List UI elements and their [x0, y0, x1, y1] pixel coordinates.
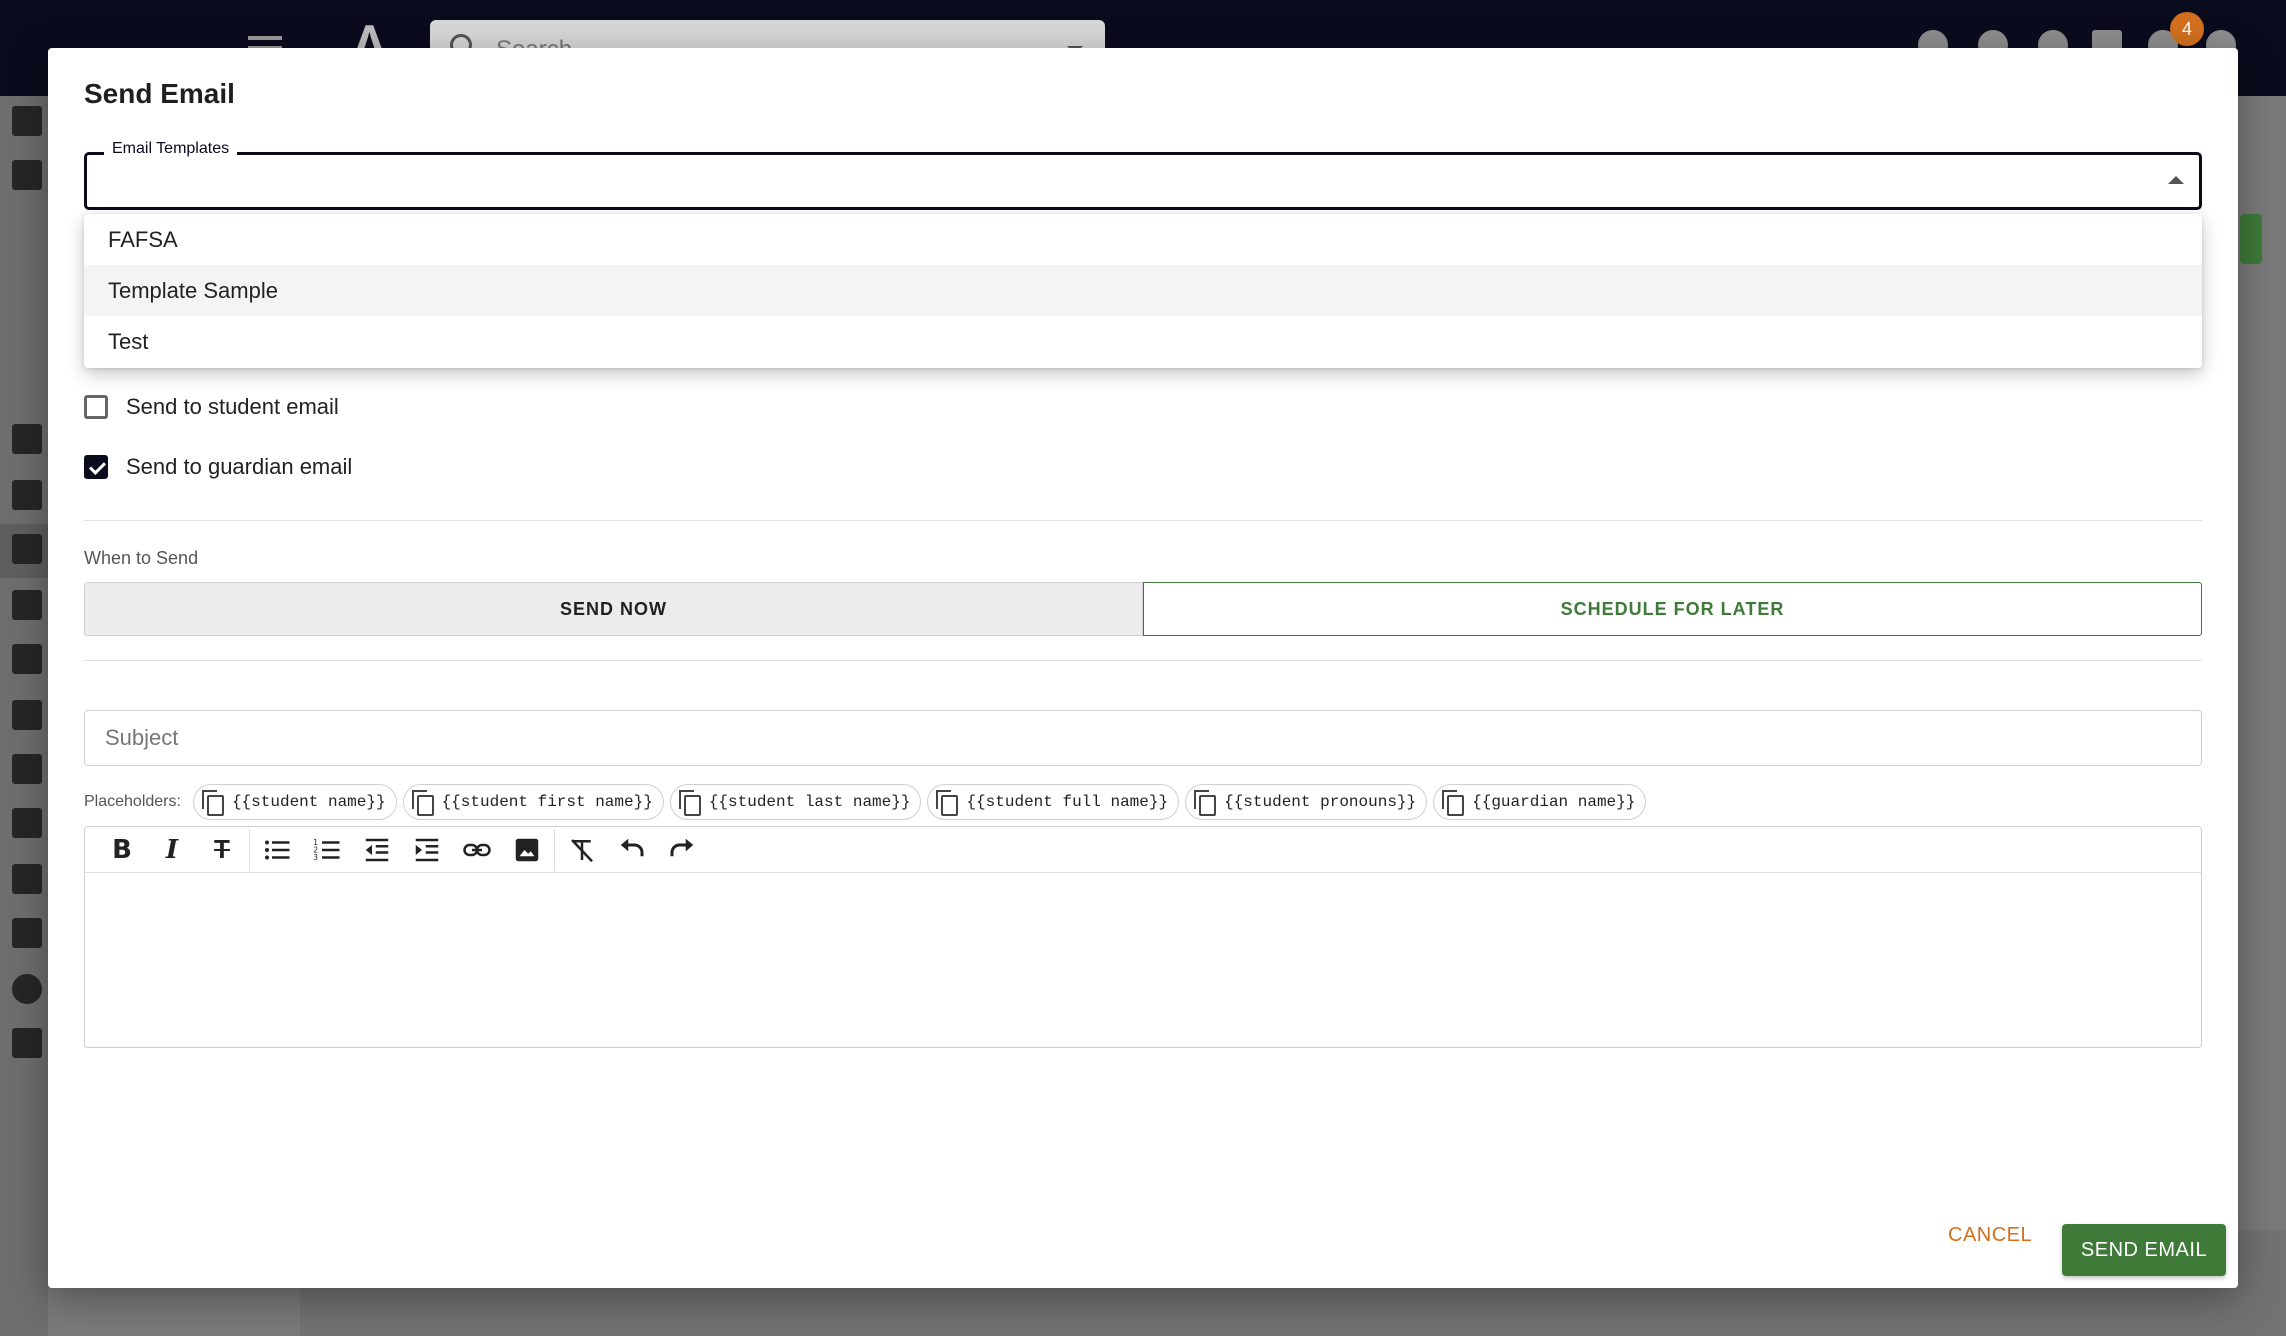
template-option-fafsa[interactable]: FAFSA [84, 214, 2202, 265]
people-icon[interactable] [12, 160, 42, 190]
subject-input[interactable] [85, 711, 2201, 765]
numbered-list-icon[interactable]: 123 [302, 829, 352, 871]
subject-field[interactable] [84, 710, 2202, 766]
feedback-icon[interactable] [12, 1028, 42, 1058]
dollar-icon[interactable] [12, 974, 42, 1004]
columns-icon[interactable] [12, 480, 42, 510]
checklist-icon[interactable] [12, 590, 42, 620]
send-now-button[interactable]: SEND NOW [84, 582, 1143, 636]
placeholder-chip[interactable]: {{student last name}} [669, 784, 922, 820]
copy-icon [1442, 790, 1465, 816]
mail-icon[interactable] [12, 918, 42, 948]
placeholder-chip-label: {{student pronouns}} [1224, 793, 1417, 811]
send-to-student-checkbox[interactable] [84, 395, 108, 419]
copy-icon [936, 790, 959, 816]
template-option-template-sample[interactable]: Template Sample [84, 265, 2202, 316]
when-to-send-label: When to Send [84, 548, 199, 568]
placeholder-chip[interactable]: {{student pronouns}} [1185, 784, 1428, 820]
placeholders-row: Placeholders: {{student name}} {{student… [84, 784, 1652, 820]
chevron-up-icon[interactable] [2168, 176, 2184, 184]
send-to-guardian-label: Send to guardian email [126, 454, 353, 479]
template-option-test[interactable]: Test [84, 316, 2202, 367]
notification-badge: 4 [2170, 12, 2204, 46]
dashboard-icon[interactable] [12, 106, 42, 136]
send-to-guardian-row[interactable]: Send to guardian email [84, 450, 352, 484]
placeholder-chip-label: {{student full name}} [966, 793, 1169, 811]
placeholder-chip[interactable]: {{student first name}} [402, 784, 664, 820]
send-email-button[interactable]: SEND EMAIL [2062, 1224, 2226, 1276]
svg-text:3: 3 [313, 853, 318, 862]
copy-icon [678, 790, 701, 816]
send-email-dialog: Send Email Email Templates FAFSA Templat… [48, 48, 2238, 1288]
link-icon[interactable] [452, 829, 502, 871]
document-icon[interactable] [12, 864, 42, 894]
redo-icon[interactable] [657, 829, 707, 871]
side-nav [0, 96, 48, 1336]
divider [84, 660, 2202, 661]
video-library-icon[interactable] [12, 700, 42, 730]
placeholder-chip-label: {{guardian name}} [1472, 793, 1636, 811]
image-icon[interactable] [502, 829, 552, 871]
editor-toolbar: B I T 123 [85, 827, 2201, 873]
strikethrough-icon[interactable]: T [197, 829, 247, 871]
cancel-button[interactable]: CANCEL [1948, 1224, 2032, 1247]
placeholder-chip[interactable]: {{guardian name}} [1433, 784, 1647, 820]
bold-icon[interactable]: B [97, 829, 147, 871]
dialog-title: Send Email [84, 78, 235, 109]
toolbar-separator [554, 828, 555, 871]
send-to-guardian-checkbox[interactable] [84, 455, 108, 479]
copy-icon [411, 790, 434, 816]
send-to-student-row[interactable]: Send to student email [84, 390, 339, 424]
list-icon[interactable] [12, 644, 42, 674]
copy-icon [201, 790, 224, 816]
schedule-for-later-button[interactable]: SCHEDULE FOR LATER [1143, 582, 2202, 636]
email-templates-select[interactable] [84, 152, 2202, 210]
placeholder-chip[interactable]: {{student full name}} [927, 784, 1180, 820]
contact-icon[interactable] [12, 534, 42, 564]
book-icon[interactable] [12, 808, 42, 838]
merge-icon[interactable] [12, 754, 42, 784]
school-icon[interactable] [12, 424, 42, 454]
undo-icon[interactable] [607, 829, 657, 871]
italic-icon[interactable]: I [147, 829, 197, 871]
email-templates-menu: FAFSA Template Sample Test [84, 214, 2202, 368]
bullet-list-icon[interactable] [252, 829, 302, 871]
when-to-send-toggle: SEND NOW SCHEDULE FOR LATER [84, 582, 2202, 636]
send-to-student-label: Send to student email [126, 394, 339, 419]
outdent-icon[interactable] [352, 829, 402, 871]
toolbar-separator [249, 828, 250, 871]
editor-body[interactable] [85, 873, 2201, 1047]
placeholder-chip-label: {{student first name}} [441, 793, 653, 811]
background-action-button [2240, 214, 2262, 264]
placeholder-chip[interactable]: {{student name}} [192, 784, 397, 820]
indent-icon[interactable] [402, 829, 452, 871]
clear-format-icon[interactable] [557, 829, 607, 871]
copy-icon [1194, 790, 1217, 816]
placeholder-chip-label: {{student name}} [231, 793, 386, 811]
placeholders-label: Placeholders: [84, 793, 181, 810]
divider [84, 520, 2202, 521]
email-templates-label: Email Templates [104, 140, 238, 158]
placeholder-chip-label: {{student last name}} [708, 793, 911, 811]
rich-text-editor: B I T 123 [84, 826, 2202, 1048]
